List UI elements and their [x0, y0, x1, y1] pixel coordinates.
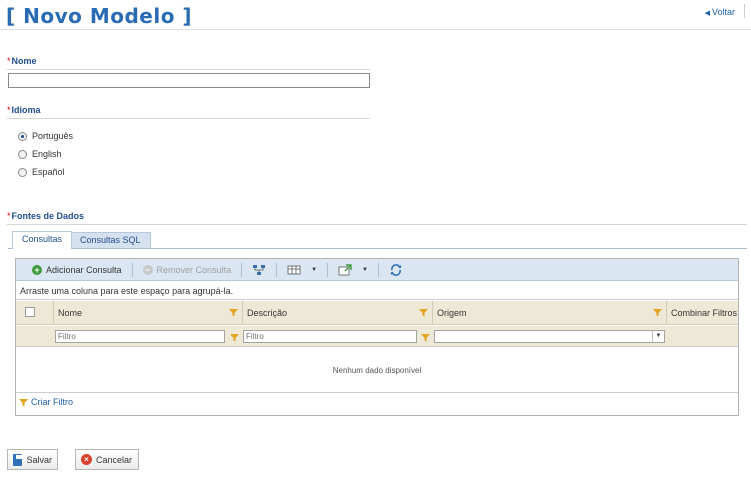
- back-link-label: Voltar: [711, 7, 735, 17]
- radio-button-checked[interactable]: [18, 131, 27, 141]
- refresh-icon: [390, 263, 402, 276]
- radio-label: Español: [32, 167, 65, 177]
- descricao-filter-input[interactable]: [243, 330, 417, 343]
- radio-button[interactable]: [18, 149, 27, 159]
- required-mark: *: [7, 211, 11, 221]
- radio-english[interactable]: English: [18, 149, 62, 159]
- chevron-down-icon: ▼: [362, 266, 368, 273]
- floppy-disk-icon: [13, 453, 24, 466]
- create-filter-label: Criar Filtro: [31, 397, 73, 407]
- chevron-down-icon: ▼: [652, 331, 664, 342]
- origem-filter-select[interactable]: ▼: [434, 330, 665, 343]
- empty-message: Nenhum dado disponível: [16, 349, 738, 393]
- filter-funnel-icon[interactable]: [419, 308, 428, 317]
- radio-label: English: [32, 149, 62, 159]
- radio-espanol[interactable]: Español: [18, 167, 65, 177]
- nome-divider: [7, 69, 370, 70]
- radio-label: Português: [32, 131, 74, 141]
- toolbar-separator: [327, 262, 329, 277]
- add-query-label: Adicionar Consulta: [46, 264, 122, 275]
- save-button[interactable]: Salvar: [7, 449, 58, 470]
- remove-icon: −: [142, 264, 153, 275]
- tab-consultas-sql[interactable]: Consultas SQL: [70, 232, 151, 249]
- queries-grid: + Adicionar Consulta − Remover Consulta …: [15, 258, 739, 416]
- select-all-checkbox[interactable]: [25, 307, 35, 317]
- save-label: Salvar: [26, 454, 52, 465]
- export-icon: [338, 263, 352, 275]
- remove-query-button[interactable]: − Remover Consulta: [137, 261, 238, 279]
- cancel-button[interactable]: × Cancelar: [75, 449, 139, 470]
- columns-menu-button[interactable]: ▼: [281, 261, 323, 279]
- required-mark: *: [7, 105, 11, 115]
- back-link[interactable]: ◀ Voltar: [705, 7, 735, 17]
- radio-button[interactable]: [18, 167, 27, 177]
- columns-icon: [287, 265, 301, 274]
- fontes-divider: [7, 224, 747, 225]
- nome-label-text: Nome: [11, 56, 37, 66]
- column-header-origem[interactable]: Origem: [432, 301, 666, 325]
- column-header-descricao[interactable]: Descrição: [242, 301, 432, 325]
- chevron-down-icon: ▼: [311, 266, 318, 273]
- add-query-button[interactable]: + Adicionar Consulta: [26, 261, 128, 279]
- toolbar-separator: [241, 262, 243, 277]
- idioma-label: *Idioma: [7, 105, 41, 115]
- header-divider: [0, 29, 751, 30]
- required-mark: *: [7, 56, 11, 66]
- tab-consultas[interactable]: Consultas: [12, 231, 73, 249]
- fontes-label: *Fontes de Dados: [7, 211, 84, 221]
- hierarchy-icon: [253, 264, 266, 275]
- refresh-button[interactable]: [383, 261, 409, 279]
- grid-header-row: Nome Descrição Origem Combinar Filtros: [16, 301, 738, 325]
- remove-query-label: Remover Consulta: [156, 264, 232, 275]
- page-title: [ Novo Modelo ]: [6, 4, 193, 28]
- toolbar-separator: [377, 262, 379, 277]
- add-icon: +: [32, 264, 42, 275]
- export-menu-button[interactable]: ▼: [332, 261, 374, 279]
- filter-funnel-icon: [19, 398, 28, 406]
- fontes-label-text: Fontes de Dados: [11, 211, 85, 221]
- filter-funnel-icon[interactable]: [653, 308, 662, 317]
- tab-strip-line: [8, 248, 747, 249]
- nome-label: *Nome: [7, 56, 37, 66]
- column-header-nome[interactable]: Nome: [53, 301, 242, 325]
- toolbar-separator: [276, 262, 278, 277]
- filter-funnel-icon[interactable]: [230, 333, 239, 342]
- column-header-label: Combinar Filtros: [671, 308, 738, 318]
- relationship-button[interactable]: [246, 261, 272, 279]
- grid-toolbar: + Adicionar Consulta − Remover Consulta …: [16, 259, 738, 281]
- column-header-label: Descrição: [247, 308, 288, 318]
- cancel-label: Cancelar: [96, 454, 133, 465]
- group-by-area[interactable]: Arraste uma coluna para este espaço para…: [16, 281, 738, 300]
- radio-portugues[interactable]: Português: [18, 131, 73, 141]
- nome-filter-input[interactable]: [55, 330, 225, 343]
- create-filter-link[interactable]: Criar Filtro: [19, 397, 73, 407]
- filter-funnel-icon[interactable]: [229, 308, 238, 317]
- idioma-label-text: Idioma: [11, 105, 41, 115]
- filter-funnel-icon[interactable]: [421, 333, 430, 342]
- idioma-divider: [7, 118, 370, 119]
- column-header-label: Origem: [437, 308, 467, 318]
- header-separator: [744, 4, 745, 18]
- select-all-cell: [16, 301, 53, 325]
- cancel-icon: ×: [81, 454, 92, 465]
- back-arrow-icon: ◀: [704, 10, 710, 17]
- toolbar-separator: [131, 262, 133, 277]
- grid-filter-row: ▼: [16, 326, 738, 347]
- column-header-combinar-filtros[interactable]: Combinar Filtros: [666, 301, 738, 325]
- nome-input[interactable]: [8, 73, 370, 88]
- column-header-label: Nome: [58, 308, 83, 318]
